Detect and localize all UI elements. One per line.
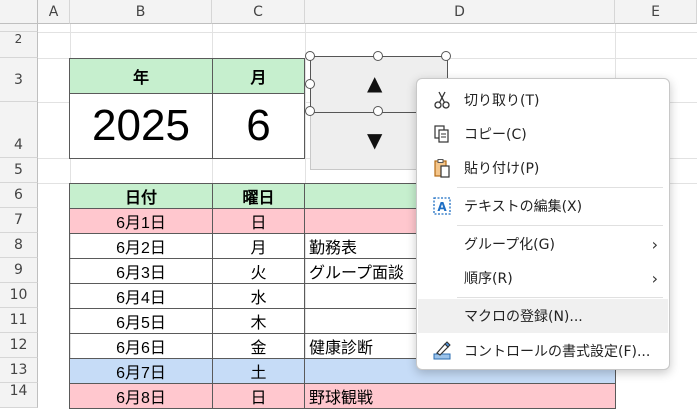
menu-item-assign-macro[interactable]: マクロの登録(N)... — [418, 299, 668, 333]
menu-separator — [457, 187, 663, 188]
svg-text:A: A — [437, 200, 447, 214]
select-all-corner[interactable] — [0, 0, 38, 24]
edit-text-icon: A — [430, 194, 454, 218]
table-row-weekday[interactable]: 月 — [212, 233, 305, 259]
menu-separator — [457, 225, 663, 226]
table-row-date[interactable]: 6月6日 — [69, 333, 213, 359]
chevron-right-icon: › — [651, 234, 658, 254]
row-header-9[interactable]: 9 — [0, 258, 38, 283]
menu-item-format-control[interactable]: コントロールの書式設定(F)... — [418, 334, 668, 368]
resize-handle[interactable] — [441, 51, 451, 61]
row-header-10[interactable]: 10 — [0, 283, 38, 308]
table-row-weekday[interactable]: 木 — [212, 308, 305, 334]
date-header-cell[interactable]: 日付 — [69, 183, 213, 209]
row-header-4[interactable]: 4 — [0, 102, 38, 158]
menu-item-label: コピー(C) — [464, 127, 527, 143]
column-header-d[interactable]: D — [305, 0, 615, 24]
column-header-a[interactable]: A — [38, 0, 70, 24]
resize-handle[interactable] — [305, 79, 315, 89]
menu-item-label: 順序(R) — [464, 271, 513, 287]
table-row-date[interactable]: 6月7日 — [69, 358, 213, 384]
menu-separator — [457, 297, 663, 298]
copy-icon — [430, 122, 454, 146]
row-header-13[interactable]: 13 — [0, 358, 38, 383]
menu-item-paste[interactable]: 貼り付け(P) — [418, 151, 668, 185]
resize-handle[interactable] — [305, 51, 315, 61]
menu-item-label: マクロの登録(N)... — [464, 309, 583, 325]
row-header-2[interactable]: 2 — [0, 32, 38, 58]
resize-handle[interactable] — [373, 106, 383, 116]
row-header-5[interactable]: 5 — [0, 158, 38, 183]
table-row-weekday[interactable]: 水 — [212, 283, 305, 309]
scissors-icon — [430, 88, 454, 112]
weekday-header-cell[interactable]: 曜日 — [212, 183, 305, 209]
table-row-weekday[interactable]: 火 — [212, 258, 305, 284]
resize-handle[interactable] — [305, 106, 315, 116]
resize-handle[interactable] — [373, 51, 383, 61]
menu-item-label: コントロールの書式設定(F)... — [464, 344, 651, 360]
menu-item-edit-text[interactable]: A テキストの編集(X) — [418, 189, 668, 223]
column-header-c[interactable]: C — [212, 0, 305, 24]
table-row-date[interactable]: 6月5日 — [69, 308, 213, 334]
gridline — [38, 32, 697, 33]
paste-icon — [430, 156, 454, 180]
chevron-right-icon: › — [651, 268, 658, 288]
context-menu: 切り取り(T) コピー(C) 貼り付け(P) A テキストの編集(X) グループ… — [416, 78, 670, 370]
row-header-7[interactable]: 7 — [0, 208, 38, 233]
menu-item-order[interactable]: 順序(R) › — [418, 261, 668, 295]
menu-item-group[interactable]: グループ化(G) › — [418, 227, 668, 261]
row-header-6[interactable]: 6 — [0, 183, 38, 208]
row-header-1[interactable] — [0, 24, 38, 32]
menu-item-copy[interactable]: コピー(C) — [418, 117, 668, 151]
row-header-14[interactable]: 14 — [0, 383, 38, 408]
menu-item-label: グループ化(G) — [464, 237, 555, 253]
menu-item-label: 貼り付け(P) — [464, 161, 540, 177]
row-header-12[interactable]: 12 — [0, 333, 38, 358]
table-row-weekday[interactable]: 日 — [212, 383, 305, 409]
table-row-weekday[interactable]: 日 — [212, 208, 305, 234]
table-row-date[interactable]: 6月1日 — [69, 208, 213, 234]
menu-item-label: 切り取り(T) — [464, 93, 540, 109]
menu-item-cut[interactable]: 切り取り(T) — [418, 83, 668, 117]
spin-down-arrow[interactable]: ▼ — [367, 128, 382, 152]
table-row-date[interactable]: 6月2日 — [69, 233, 213, 259]
table-row-date[interactable]: 6月4日 — [69, 283, 213, 309]
month-label-cell[interactable]: 月 — [212, 58, 305, 94]
column-header-b[interactable]: B — [70, 0, 212, 24]
column-header-e[interactable]: E — [615, 0, 697, 24]
row-header-3[interactable]: 3 — [0, 58, 38, 102]
table-row-note[interactable]: 野球観戦 — [304, 383, 616, 409]
table-row-weekday[interactable]: 土 — [212, 358, 305, 384]
format-control-icon — [430, 339, 454, 363]
menu-item-label: テキストの編集(X) — [464, 199, 583, 215]
table-row-date[interactable]: 6月3日 — [69, 258, 213, 284]
table-row-date[interactable]: 6月8日 — [69, 383, 213, 409]
table-row-weekday[interactable]: 金 — [212, 333, 305, 359]
month-value-cell[interactable]: 6 — [212, 93, 305, 159]
row-header-8[interactable]: 8 — [0, 233, 38, 258]
year-label-cell[interactable]: 年 — [69, 58, 213, 94]
row-header-11[interactable]: 11 — [0, 308, 38, 333]
year-value-cell[interactable]: 2025 — [69, 93, 213, 159]
